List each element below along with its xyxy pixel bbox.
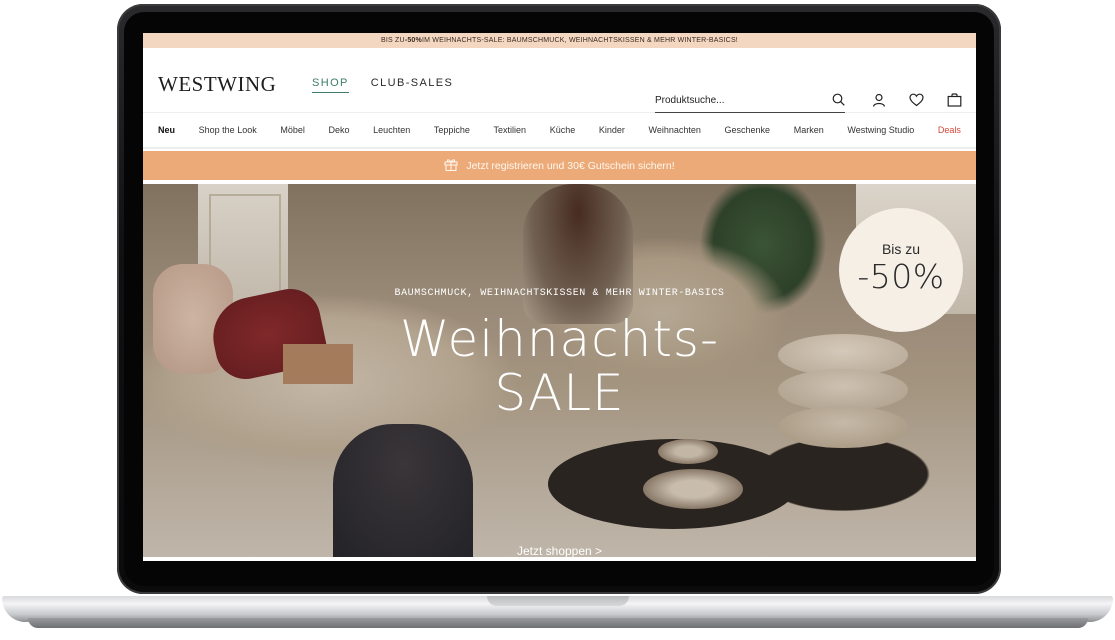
- header-icons: [871, 92, 962, 107]
- hero-title-line1: Weihnachts-: [399, 310, 720, 368]
- site-header: WESTWING SHOP CLUB-SALES: [143, 48, 976, 113]
- cat-shop-the-look[interactable]: Shop the Look: [199, 125, 257, 135]
- westwing-logo[interactable]: WESTWING: [158, 72, 276, 97]
- search-bar: [655, 88, 845, 113]
- cat-deals[interactable]: Deals: [938, 125, 961, 135]
- cat-deko[interactable]: Deko: [329, 125, 350, 135]
- cat-westwing-studio[interactable]: Westwing Studio: [847, 125, 914, 135]
- cat-neu[interactable]: Neu: [158, 125, 175, 135]
- hero-cta-link[interactable]: Jetzt shoppen >: [143, 544, 976, 557]
- hero-banner[interactable]: BAUMSCHMUCK, WEIHNACHTSKISSEN & MEHR WIN…: [143, 184, 976, 557]
- register-banner[interactable]: Jetzt registrieren und 30€ Gutschein sic…: [143, 151, 976, 180]
- heart-icon[interactable]: [909, 92, 924, 107]
- promo-suffix: IM WEIHNACHTS-SALE: BAUMSCHMUCK, WEIHNAC…: [421, 37, 738, 44]
- cat-weihnachten[interactable]: Weihnachten: [649, 125, 701, 135]
- nav-divider: [143, 147, 976, 149]
- discount-badge: Bis zu -50%: [839, 208, 963, 332]
- hero-title: Weihnachts- SALE: [143, 312, 976, 420]
- cat-leuchten[interactable]: Leuchten: [373, 125, 410, 135]
- bag-icon[interactable]: [947, 92, 962, 107]
- badge-line2: -50%: [857, 256, 945, 296]
- cat-moebel[interactable]: Möbel: [280, 125, 305, 135]
- promo-highlight: -50%: [404, 37, 422, 44]
- search-input[interactable]: [655, 94, 815, 106]
- nav-club-sales[interactable]: CLUB-SALES: [371, 77, 453, 93]
- hero-title-line2: SALE: [494, 364, 625, 422]
- cat-kinder[interactable]: Kinder: [599, 125, 625, 135]
- cat-kueche[interactable]: Küche: [550, 125, 576, 135]
- user-icon[interactable]: [871, 92, 886, 107]
- cat-geschenke[interactable]: Geschenke: [725, 125, 771, 135]
- cat-textilien[interactable]: Textilien: [494, 125, 527, 135]
- register-text: Jetzt registrieren und 30€ Gutschein sic…: [466, 159, 675, 172]
- cat-teppiche[interactable]: Teppiche: [434, 125, 470, 135]
- promo-prefix: BIS ZU: [381, 37, 405, 44]
- cat-marken[interactable]: Marken: [794, 125, 824, 135]
- nav-shop[interactable]: SHOP: [312, 77, 349, 93]
- badge-line1: Bis zu: [881, 240, 921, 257]
- laptop-base-bottom: [28, 618, 1088, 628]
- browser-viewport: BIS ZU -50% IM WEIHNACHTS-SALE: BAUMSCHM…: [143, 33, 976, 561]
- search-icon[interactable]: [832, 93, 845, 109]
- category-nav: Neu Shop the Look Möbel Deko Leuchten Te…: [143, 112, 976, 147]
- main-nav: SHOP CLUB-SALES: [312, 77, 453, 93]
- gift-icon: [444, 158, 458, 174]
- laptop-notch: [487, 596, 629, 606]
- promo-bar[interactable]: BIS ZU -50% IM WEIHNACHTS-SALE: BAUMSCHM…: [143, 33, 976, 48]
